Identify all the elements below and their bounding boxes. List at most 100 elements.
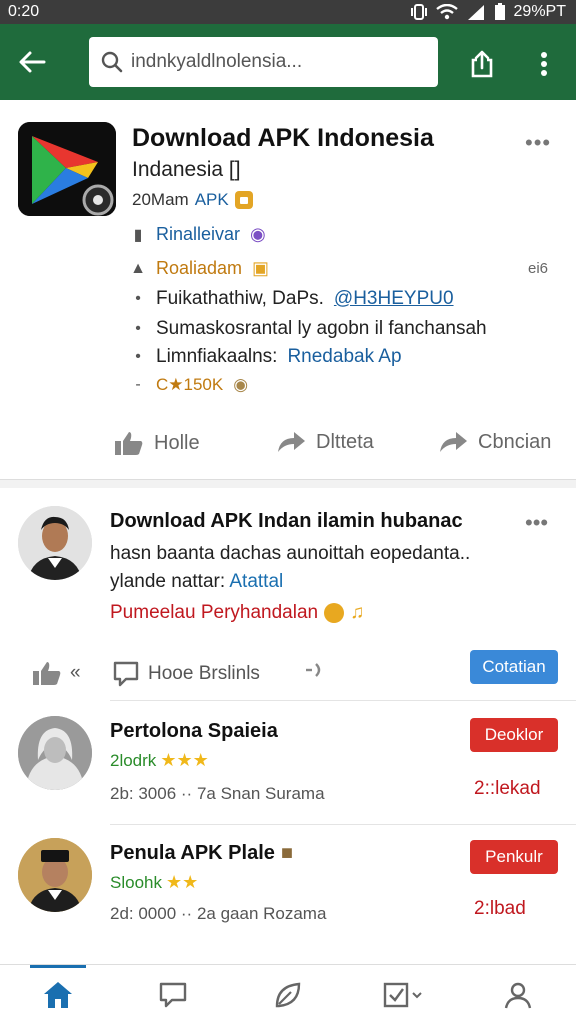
info-row-category[interactable]: ▲ Roaliadam ▣ — [130, 258, 269, 279]
dash-icon: - — [135, 376, 141, 393]
avatar[interactable] — [18, 838, 92, 912]
info-row-links: • Limnfiakaalns: Rnedabak Ap — [130, 346, 401, 368]
info-row-developer-text: Rinalleivar — [156, 224, 241, 244]
avatar[interactable] — [18, 506, 92, 580]
app-meta: 20Mam APK — [132, 190, 253, 210]
info-row-features-text: Fuikathathiw, DaPs. — [156, 288, 324, 309]
like-label: Holle — [154, 431, 200, 454]
person-name-text: Penula APK Plale — [110, 842, 275, 864]
post-body: hasn baanta dachas aunoittah eopedanta..… — [110, 540, 550, 596]
bottom-navigation — [0, 964, 576, 1024]
nav-messages[interactable] — [133, 965, 213, 1024]
lock-icon — [234, 191, 253, 209]
post-react-button[interactable] — [304, 660, 328, 680]
post-body-line: ylande nattar: — [110, 571, 226, 592]
card-more-icon[interactable]: ••• — [525, 130, 551, 156]
thumbs-up-icon — [324, 603, 345, 623]
profile-icon — [505, 982, 532, 1008]
app-meta-prefix: 20Mam — [132, 190, 189, 209]
person-rating-text: 2lodrk — [110, 750, 157, 770]
info-row-features: • Fuikathathiw, DaPs. @H3HEYPU0 — [130, 288, 454, 310]
share-label: Cbncian — [478, 430, 552, 453]
music-icon: ♫ — [350, 602, 365, 623]
badge-icon: ▣ — [252, 258, 270, 278]
post-tag[interactable]: Pumeelau Peryhandalan ♫ — [110, 602, 364, 624]
person-status: 2:lbad — [474, 898, 526, 919]
more-vertical-icon — [541, 52, 547, 76]
star-icon: ★★ — [165, 872, 199, 892]
arrow-share-icon — [440, 432, 467, 452]
wifi-icon — [435, 4, 458, 20]
post-title: Download APK Indan ilamin hubanac — [110, 510, 463, 532]
person-action-button[interactable]: Penkulr — [470, 840, 558, 874]
battery-text: 29%PT — [513, 3, 566, 20]
back-button[interactable] — [0, 24, 64, 100]
app-card: Download APK Indonesia ••• Indanesia [] … — [0, 100, 576, 480]
post-body-link[interactable]: Atattal — [229, 571, 283, 592]
status-time: 0:20 — [8, 3, 40, 20]
search-input[interactable] — [131, 51, 421, 73]
status-bar: 0:20 29%PT — [0, 0, 576, 24]
person-meta: 2b: 3006 ·· 7a Snan Surama — [110, 784, 325, 803]
post-more-icon[interactable]: ••• — [525, 510, 548, 536]
medal-icon: ◉ — [233, 375, 249, 394]
person-name[interactable]: Pertolona Spaieia — [110, 720, 278, 743]
contact-button[interactable]: Cotatian — [470, 650, 558, 684]
person-action-button[interactable]: Deoklor — [470, 718, 558, 752]
divider — [110, 700, 576, 701]
share-button[interactable] — [462, 44, 502, 84]
info-row-rating: - C★150K ◉ — [130, 375, 248, 395]
person-name[interactable]: Penula APK Plale ■ — [110, 842, 293, 865]
comment-button[interactable]: Dltteta — [276, 430, 374, 454]
nav-create[interactable] — [248, 965, 328, 1024]
info-row-features-link[interactable]: @H3HEYPU0 — [334, 288, 454, 310]
lock-icon: ◉ — [250, 224, 266, 244]
search-bar[interactable] — [89, 37, 438, 87]
arrow-left-icon — [19, 51, 46, 73]
info-row-category-value: ei6 — [528, 260, 549, 277]
info-row-links-text: Limnfiakaalns: — [156, 346, 278, 367]
info-row-developer[interactable]: ▮ Rinalleivar ◉ — [130, 224, 266, 245]
sound-icon — [306, 663, 321, 677]
app-meta-apk[interactable]: APK — [195, 190, 229, 210]
post-like-button[interactable]: « — [32, 660, 81, 686]
avatar[interactable] — [18, 716, 92, 790]
flag-icon: ▮ — [133, 226, 143, 244]
app-logo[interactable] — [18, 122, 116, 216]
nav-tasks[interactable] — [363, 965, 443, 1024]
post-reply-label: Hooe Brslinls — [148, 663, 260, 684]
info-row-rating-text: C★150K — [156, 375, 224, 394]
star-icon: ★★★ — [160, 750, 209, 770]
divider — [110, 824, 576, 825]
post-body-line: hasn baanta dachas aunoittah eopedanta.. — [110, 543, 471, 564]
nav-home[interactable] — [18, 964, 98, 1024]
nav-profile[interactable] — [478, 965, 558, 1024]
home-icon — [43, 981, 72, 1008]
lock-icon: ■ — [280, 842, 293, 864]
chat-bubble-icon — [113, 661, 139, 687]
person-rating: Sloohk ★★ — [110, 872, 198, 893]
person-status: 2::lekad — [474, 778, 541, 799]
overflow-menu-button[interactable] — [528, 44, 560, 84]
bullet-icon: • — [135, 348, 141, 365]
app-title: Download APK Indonesia — [132, 124, 434, 152]
share-action-button[interactable]: Cbncian — [438, 430, 551, 454]
app-subtitle: Indanesia [] — [132, 158, 241, 181]
share-icon — [471, 50, 493, 78]
info-row-summary-text: Sumaskosrantal ly agobn il fanchansah — [156, 318, 487, 339]
chat-icon — [159, 982, 186, 1007]
signal-icon — [467, 5, 484, 20]
person-meta: 2d: 0000 ·· 2a gaan Rozama — [110, 904, 327, 923]
checkbox-icon — [383, 982, 422, 1007]
post-tag-text: Pumeelau Peryhandalan — [110, 602, 319, 623]
app-action-row: Holle Dltteta Cbncian — [0, 422, 576, 468]
post-card: Download APK Indan ilamin hubanac ••• ha… — [0, 488, 576, 968]
comment-label: Dltteta — [316, 430, 374, 453]
info-row-links-link[interactable]: Rnedabak Ap — [287, 346, 401, 368]
thumbs-up-icon — [33, 662, 61, 685]
person-rating-text: Sloohk — [110, 872, 162, 892]
like-button[interactable]: Holle — [114, 430, 200, 456]
tag-icon: ▲ — [130, 259, 146, 277]
post-reply-button[interactable]: Hooe Brslinls — [112, 660, 260, 688]
person-rating: 2lodrk ★★★ — [110, 750, 209, 771]
